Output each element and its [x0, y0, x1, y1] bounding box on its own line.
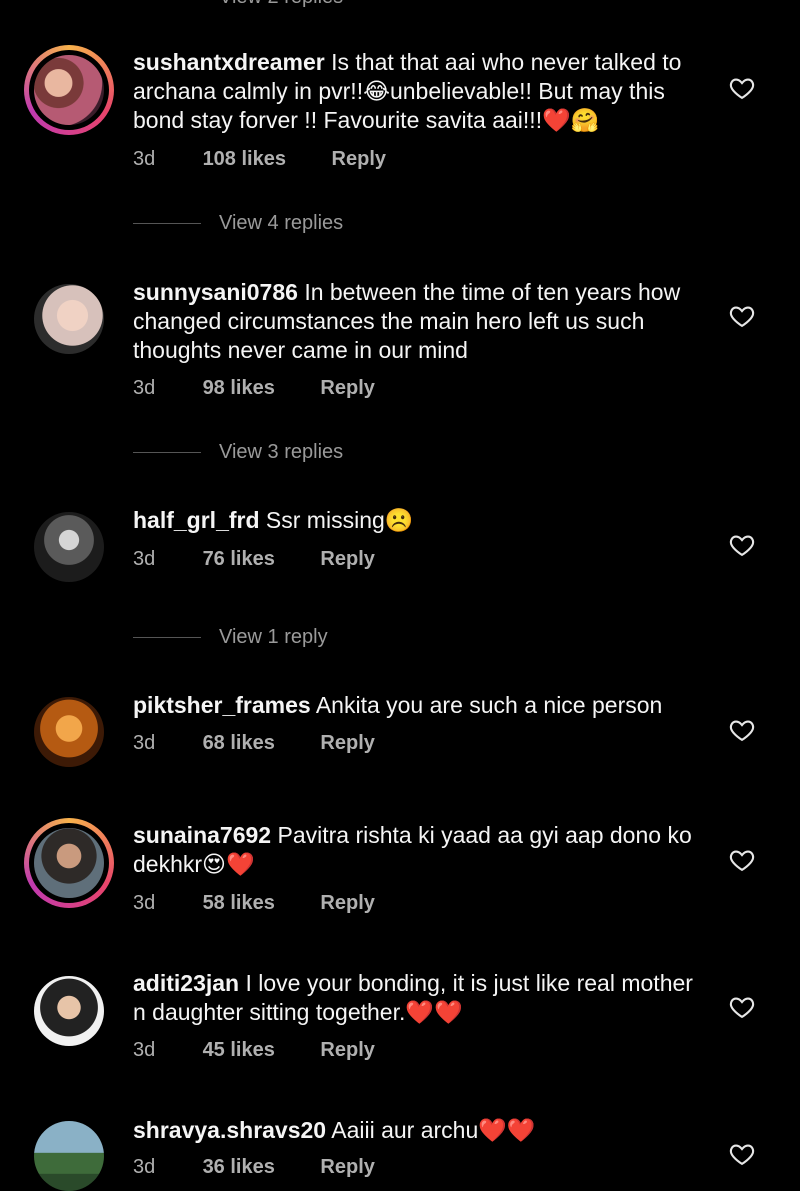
comment-body: half_grl_frd Ssr missing☹️ [133, 506, 693, 535]
comment-text: Ankita you are such a nice person [315, 692, 663, 718]
avatar[interactable] [34, 976, 104, 1046]
comment-meta: 3d 76 likes Reply [133, 548, 375, 571]
avatar[interactable] [34, 697, 104, 767]
comment-body: aditi23jan I love your bonding, it is ju… [133, 969, 693, 1027]
heart-outline-icon[interactable] [728, 716, 756, 744]
heart-outline-icon[interactable] [728, 993, 756, 1021]
comment-likes[interactable]: 45 likes [203, 1039, 275, 1062]
comment-time: 3d [133, 1039, 156, 1061]
view-replies-button[interactable]: View 4 replies [133, 212, 343, 235]
comment-username[interactable]: sushantxdreamer [133, 49, 325, 75]
heart-outline-icon[interactable] [728, 846, 756, 874]
reply-button[interactable]: Reply [320, 1039, 374, 1062]
avatar[interactable] [34, 284, 104, 354]
heart-outline-icon[interactable] [728, 531, 756, 559]
comment-body: sunnysani0786 In between the time of ten… [133, 278, 693, 365]
comment-meta: 3d 68 likes Reply [133, 732, 375, 755]
comment-username[interactable]: piktsher_frames [133, 692, 311, 718]
divider [133, 223, 201, 225]
comment-likes[interactable]: 108 likes [203, 148, 286, 171]
comment-meta: 3d 36 likes Reply [133, 1156, 375, 1179]
comment-meta: 3d 108 likes Reply [133, 148, 386, 171]
comment-time: 3d [133, 1156, 156, 1178]
comment-username[interactable]: sunaina7692 [133, 822, 271, 848]
comment-meta: 3d 45 likes Reply [133, 1039, 375, 1062]
heart-outline-icon[interactable] [728, 1140, 756, 1168]
avatar[interactable] [34, 1121, 104, 1191]
comment-likes[interactable]: 98 likes [203, 377, 275, 400]
reply-button[interactable]: Reply [320, 732, 374, 755]
comment-text: Ssr missing☹️ [265, 507, 414, 533]
comment-likes[interactable]: 36 likes [203, 1156, 275, 1179]
comment-likes[interactable]: 76 likes [203, 548, 275, 571]
comment-time: 3d [133, 732, 156, 754]
comment-meta: 3d 98 likes Reply [133, 377, 375, 400]
reply-button[interactable]: Reply [320, 1156, 374, 1179]
comment-time: 3d [133, 377, 156, 399]
comment-username[interactable]: sunnysani0786 [133, 279, 298, 305]
comment-username[interactable]: half_grl_frd [133, 507, 260, 533]
comment-body: sushantxdreamer Is that that aai who nev… [133, 48, 693, 135]
comment-time: 3d [133, 892, 156, 914]
view-replies-button[interactable]: View 3 replies [133, 441, 343, 464]
avatar[interactable] [24, 45, 114, 135]
comment-username[interactable]: aditi23jan [133, 970, 239, 996]
comment-body: sunaina7692 Pavitra rishta ki yaad aa gy… [133, 821, 693, 879]
heart-outline-icon[interactable] [728, 302, 756, 330]
reply-button[interactable]: Reply [320, 892, 374, 915]
comment-body: shravya.shravs20 Aaiii aur archu❤️❤️ [133, 1116, 693, 1145]
view-replies-partial[interactable]: View 2 replies [219, 0, 343, 9]
reply-button[interactable]: Reply [332, 148, 386, 171]
reply-button[interactable]: Reply [320, 548, 374, 571]
comment-time: 3d [133, 548, 156, 570]
comment-username[interactable]: shravya.shravs20 [133, 1117, 326, 1143]
divider [133, 637, 201, 639]
comment-likes[interactable]: 58 likes [203, 892, 275, 915]
comment-time: 3d [133, 148, 156, 170]
comment-body: piktsher_frames Ankita you are such a ni… [133, 691, 693, 720]
comment-likes[interactable]: 68 likes [203, 732, 275, 755]
avatar[interactable] [24, 818, 114, 908]
reply-button[interactable]: Reply [320, 377, 374, 400]
avatar[interactable] [34, 512, 104, 582]
divider [133, 452, 201, 454]
heart-outline-icon[interactable] [728, 74, 756, 102]
comment-meta: 3d 58 likes Reply [133, 892, 375, 915]
view-replies-button[interactable]: View 1 reply [133, 626, 328, 649]
comment-text: Aaiii aur archu❤️❤️ [331, 1117, 536, 1143]
